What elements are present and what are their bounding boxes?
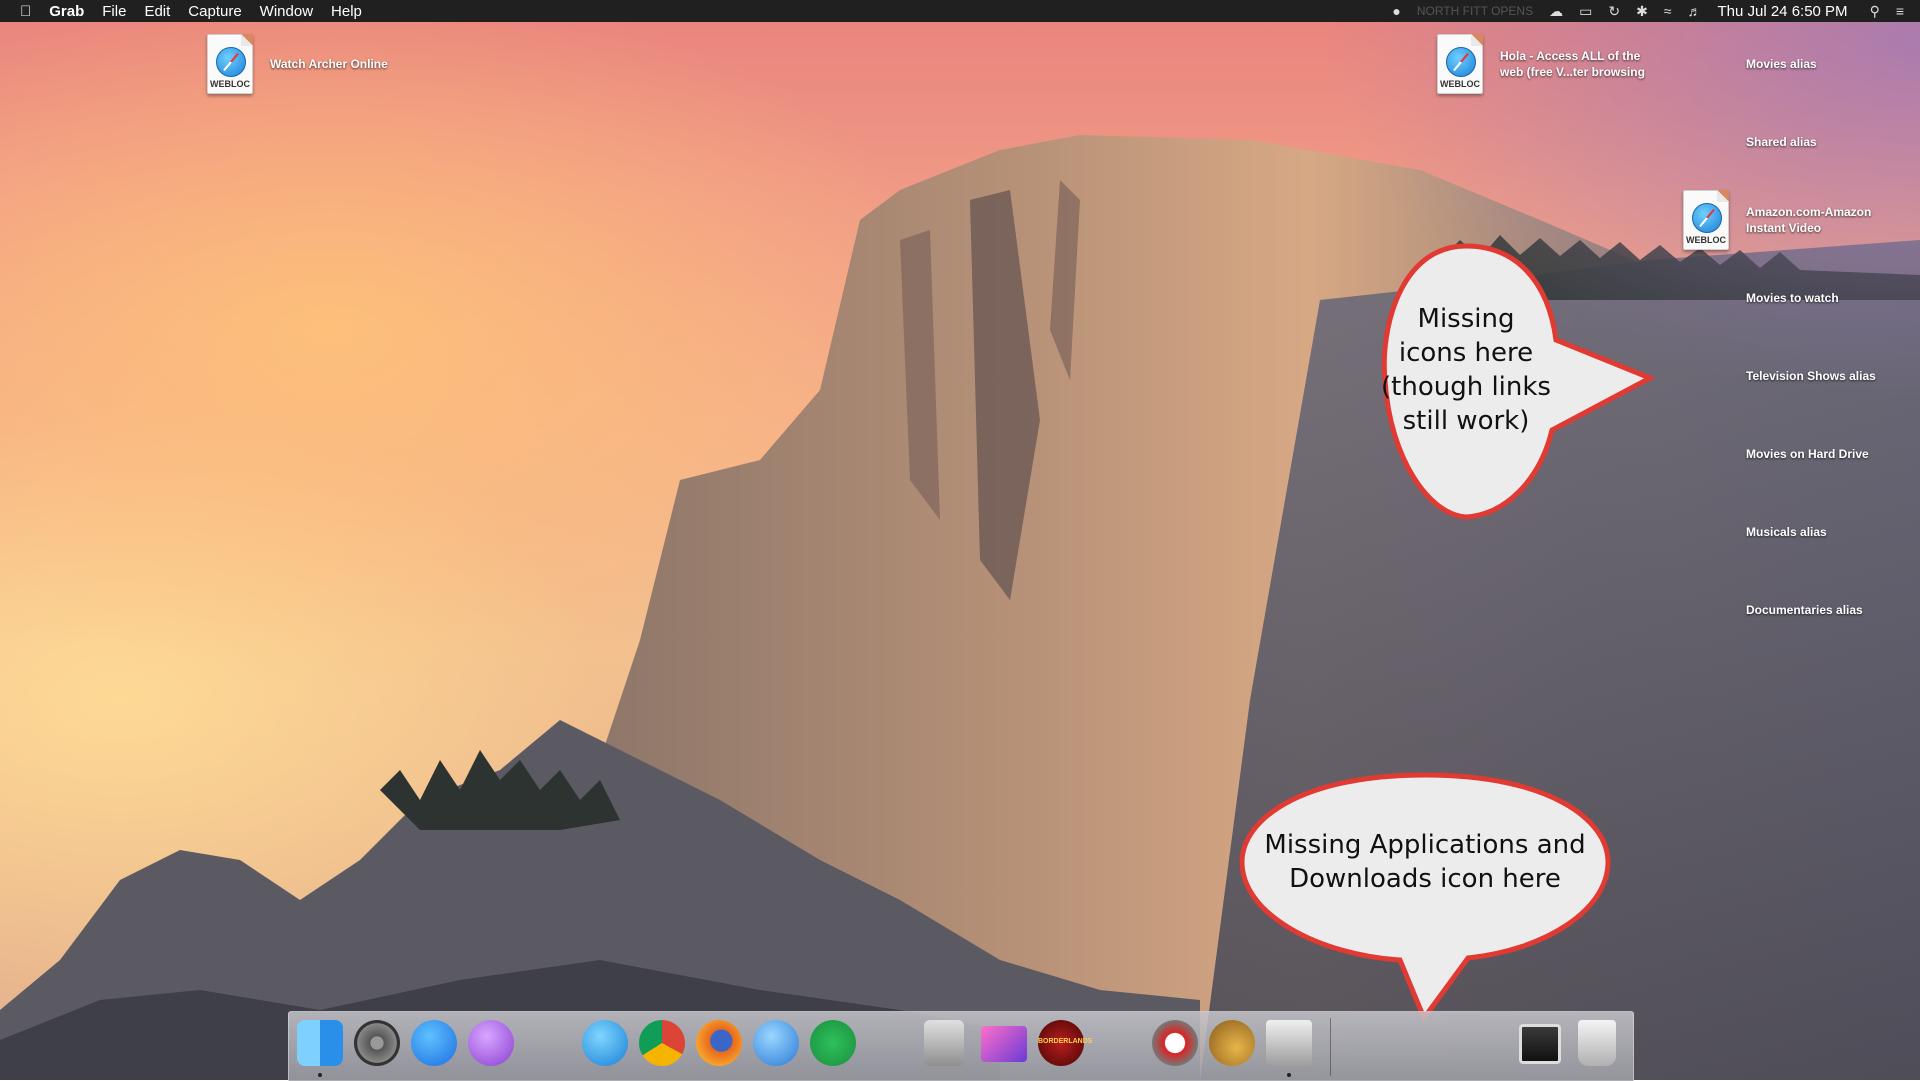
menu-window[interactable]: Window [260,3,313,20]
callout-dock-text: Missing Applications and Downloads icon … [1255,828,1595,896]
television-shows-alias-label[interactable]: Television Shows alias [1746,369,1876,383]
movies-to-watch-label[interactable]: Movies to watch [1746,291,1839,305]
safari-compass-icon [216,47,246,77]
webloc-tag: WEBLOC [210,79,250,89]
webloc-tag: WEBLOC [1440,79,1480,89]
watch-archer-webloc-icon[interactable]: WEBLOC [207,34,253,94]
spotify-icon[interactable] [810,1020,856,1066]
menu-file[interactable]: File [102,3,126,20]
system-preferences-icon[interactable] [354,1020,400,1066]
airplay-icon[interactable]: ▭ [1579,3,1592,20]
feedback-assistant-icon[interactable] [468,1020,514,1066]
hola-label-line2[interactable]: web (free V...ter browsing [1500,65,1645,79]
spotify-status-icon[interactable]: ● [1392,3,1400,19]
grab-running-indicator [1287,1073,1291,1077]
desktop-wallpaper [0,0,1920,1080]
finder-running-indicator [318,1073,322,1077]
dock-separator [1330,1018,1331,1076]
pirate-game-icon[interactable] [1152,1020,1198,1066]
callout-icons-line: icons here [1398,338,1534,368]
webloc-tag: WEBLOC [1686,235,1726,245]
callout-icons-line: Missing [1417,304,1515,334]
amazon-label-line2[interactable]: Instant Video [1746,221,1821,235]
amazon-label-line1[interactable]: Amazon.com-Amazon [1746,205,1871,219]
borderlands-icon[interactable]: BORDERLANDS [1038,1020,1093,1066]
cloud-status-icon[interactable]: ☁ [1549,3,1563,20]
menu-app-grab[interactable]: Grab [49,3,84,20]
callout-icons-text: Missing icons here (though links still w… [1376,302,1556,438]
dvd-player-icon[interactable] [924,1020,964,1066]
volume-icon[interactable]: ♬ [1687,3,1701,19]
amazon-webloc-icon[interactable]: WEBLOC [1683,190,1729,250]
notification-center-icon[interactable]: ≡ [1896,3,1904,19]
cocktail-icon[interactable] [1209,1020,1255,1066]
status-faded-text: NORTH FITT OPENS [1416,4,1534,18]
spotlight-search-icon[interactable]: ⚲ [1870,3,1880,20]
trash-icon[interactable] [1578,1020,1616,1066]
hola-webloc-icon[interactable]: WEBLOC [1437,34,1483,94]
itunes-icon[interactable] [753,1020,799,1066]
safari-compass-icon [1692,203,1722,233]
screen-icon[interactable] [1519,1024,1561,1064]
borderlands-label: BORDERLANDS [1038,1038,1093,1045]
wifi-icon[interactable]: ≈ [1664,3,1672,19]
menu-help[interactable]: Help [331,3,362,20]
hola-label-line1[interactable]: Hola - Access ALL of the [1500,49,1640,63]
movies-alias-label[interactable]: Movies alias [1746,57,1817,71]
grab-icon[interactable] [1266,1020,1312,1066]
menu-capture[interactable]: Capture [188,3,241,20]
safari-icon[interactable] [582,1020,628,1066]
half-dome-wallpaper-art [0,135,1920,1080]
callout-dock-line: Downloads icon here [1289,864,1561,894]
shared-alias-label[interactable]: Shared alias [1746,135,1817,149]
status-menu-area: ● NORTH FITT OPENS ☁ ▭ ↻ ✱ ≈ ♬ Thu Jul 2… [1392,0,1920,22]
safari-compass-icon [1446,47,1476,77]
app-store-icon[interactable] [411,1020,457,1066]
documentaries-alias-label[interactable]: Documentaries alias [1746,603,1863,617]
apple-menu-icon[interactable]:  [20,3,31,20]
movies-on-hard-drive-label[interactable]: Movies on Hard Drive [1746,447,1869,461]
watch-archer-label[interactable]: Watch Archer Online [270,57,388,71]
imac-icon[interactable] [981,1026,1027,1062]
firefox-icon[interactable] [696,1020,742,1066]
chrome-icon[interactable] [639,1020,685,1066]
callout-icons-line: (though links [1381,372,1551,402]
callout-icons-line: still work) [1402,406,1530,436]
finder-icon[interactable] [297,1020,343,1066]
musicals-alias-label[interactable]: Musicals alias [1746,525,1827,539]
callout-dock-line: Missing Applications and [1264,830,1586,860]
menu-edit[interactable]: Edit [144,3,170,20]
time-machine-icon[interactable]: ↻ [1608,3,1620,20]
menu-bar:  Grab File Edit Capture Window Help ● N… [0,0,1920,22]
bluetooth-icon[interactable]: ✱ [1636,3,1648,20]
menu-clock[interactable]: Thu Jul 24 6:50 PM [1717,3,1847,20]
